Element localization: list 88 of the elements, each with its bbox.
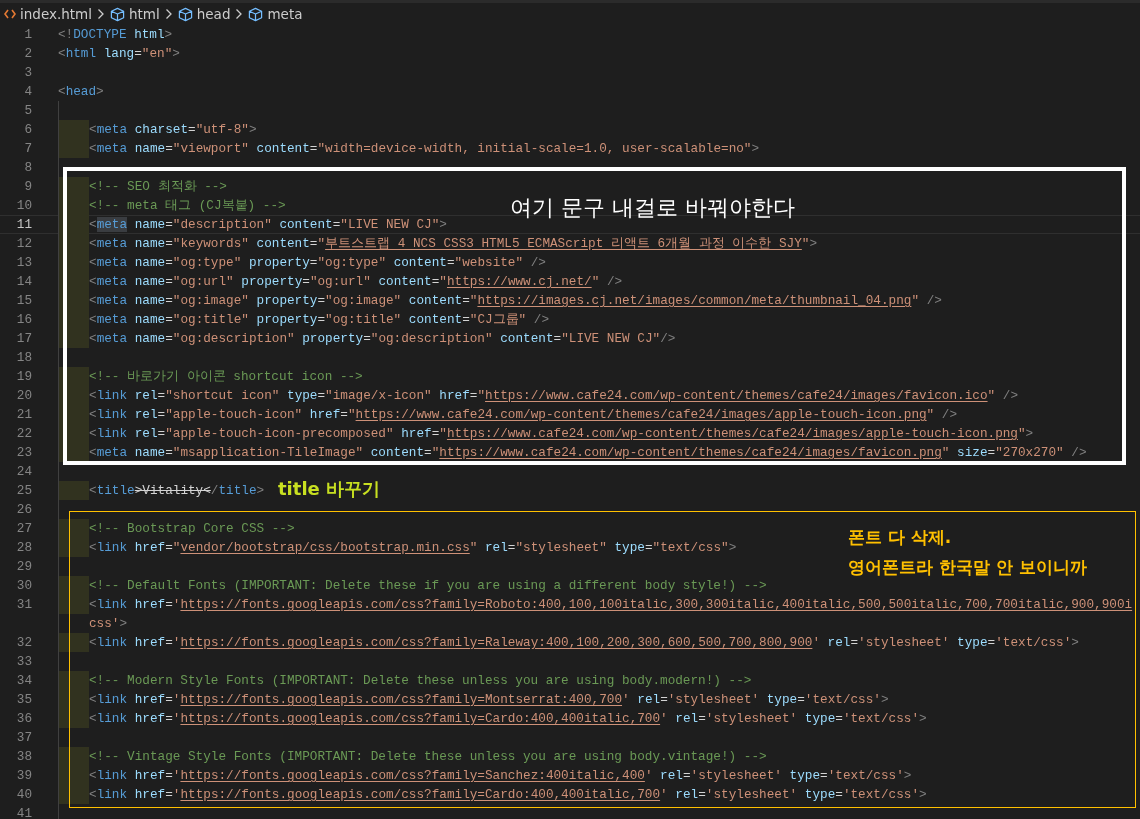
chevron-icon — [97, 8, 105, 20]
code-line: <link href='https://fonts.googleapis.com/css?family=Montserrat:400,700' rel='stylesheet' type='text/css'> — [89, 692, 889, 707]
breadcrumb-item[interactable]: meta — [267, 6, 303, 22]
line-number: 36 — [15, 711, 32, 726]
line-number: 18 — [15, 350, 32, 365]
line-number: 29 — [15, 559, 32, 574]
line-number: 10 — [15, 198, 32, 213]
code-line: <title>Vitality</title> — [89, 483, 265, 498]
line-number: 32 — [15, 635, 32, 650]
code-line: <!-- Vintage Style Fonts (IMPORTANT: Delete these unless you are using body.vintage!) --> — [89, 749, 767, 764]
code-line: <meta name="og:url" property="og:url" content="https://www.cj.net/" /> — [89, 274, 623, 289]
line-number: 11 — [15, 217, 32, 232]
line-number: 38 — [15, 749, 32, 764]
code-line: <meta name="viewport" content="width=device-width, initial-scale=1.0, user-scalable=no"> — [89, 141, 760, 156]
code-line: css'> — [89, 616, 128, 631]
line-number: 34 — [15, 673, 32, 688]
code-line: <meta name="description" content="LIVE NEW CJ"> — [89, 217, 447, 232]
code-line: <meta name="og:description" property="og:description" content="LIVE NEW CJ"/> — [89, 331, 676, 346]
breadcrumb-item[interactable]: head — [196, 6, 231, 22]
code-line: <meta name="msapplication-TileImage" content="https://www.cafe24.com/wp-content/themes/cafe24/images/favicon.png" size="270x270" /> — [89, 445, 1087, 460]
code-line: <link href="vendor/bootstrap/css/bootstrap.min.css" rel="stylesheet" type="text/css"> — [89, 540, 737, 555]
code-line: <link href='https://fonts.googleapis.com/css?family=Sanchez:400italic,400' rel='stylesheet' type='text/css'> — [89, 768, 912, 783]
code-line: <meta name="og:image" property="og:image" content="https://images.cj.net/images/common/meta/thumbnail_04.png" /> — [89, 293, 942, 308]
line-number: 12 — [15, 236, 32, 251]
line-number: 16 — [15, 312, 32, 327]
code-line: <meta charset="utf-8"> — [89, 122, 257, 137]
code-line: <meta name="keywords" content="부트스트랩 4 NCS CSS3 HTML5 ECMAScript 리액트 6개월 과정 이수한 SJY"> — [89, 235, 818, 252]
code-line: <meta name="og:type" property="og:type" content="website" /> — [89, 255, 546, 270]
code-line: <!-- Modern Style Fonts (IMPORTANT: Delete these unless you are using body.modern!) --> — [89, 673, 752, 688]
chevron-icon — [235, 8, 244, 20]
line-number: 25 — [15, 483, 32, 498]
line-number: 31 — [15, 597, 32, 612]
annotation-text: title 바꾸기 — [278, 477, 381, 501]
code-line: <!DOCTYPE html> — [58, 27, 173, 42]
code-file-icon — [4, 9, 16, 19]
line-number: 27 — [15, 521, 32, 536]
code-line: <link rel="apple-touch-icon" href="https://www.cafe24.com/wp-content/themes/cafe24/images/apple-touch-icon.png" /> — [89, 407, 958, 422]
line-number: 1 — [23, 27, 32, 42]
cube-icon — [110, 6, 125, 22]
cube-icon — [248, 6, 264, 22]
line-number: 5 — [23, 103, 32, 118]
annotation-text: 영어폰트라 한국말 안 보이니까 — [848, 556, 1087, 579]
code-line: <!-- meta 태그 (CJ복붙) --> — [89, 197, 286, 214]
cube-icon — [177, 6, 193, 22]
line-number: 41 — [15, 806, 32, 819]
chevron-icon — [164, 8, 173, 20]
line-number: 39 — [15, 768, 32, 783]
code-line: <link rel="apple-touch-icon-precomposed" href="https://www.cafe24.com/wp-content/themes/cafe24/images/apple-touch-icon.png"> — [89, 426, 1034, 441]
code-line: <!-- 바로가기 아이콘 shortcut icon --> — [89, 368, 363, 385]
line-number: 28 — [15, 540, 32, 555]
line-number: 37 — [15, 730, 32, 745]
line-number: 13 — [15, 255, 32, 270]
code-line: <!-- Default Fonts (IMPORTANT: Delete these if you are using a different body style!) --> — [89, 578, 767, 593]
line-number: 26 — [15, 502, 32, 517]
line-number: 21 — [15, 407, 32, 422]
line-number: 33 — [15, 654, 32, 669]
annotation-text: 여기 문구 내걸로 바꿔야한다 — [510, 194, 795, 222]
line-number: 22 — [15, 426, 32, 441]
line-number: 2 — [23, 46, 32, 61]
line-number: 23 — [15, 445, 32, 460]
line-number: 14 — [15, 274, 32, 289]
line-number: 3 — [23, 65, 32, 80]
code-line: <html lang="en"> — [58, 46, 180, 61]
line-number: 9 — [23, 179, 32, 194]
code-line: <!-- Bootstrap Core CSS --> — [89, 521, 295, 536]
line-number: 4 — [23, 84, 32, 99]
line-number: 40 — [15, 787, 32, 802]
line-number: 35 — [15, 692, 32, 707]
code-line: <link href='https://fonts.googleapis.com/css?family=Raleway:400,100,200,300,600,500,700,800,900' rel='stylesheet' type='text/css'> — [89, 635, 1079, 650]
line-number: 17 — [15, 331, 32, 346]
line-number: 20 — [15, 388, 32, 403]
breadcrumb-item[interactable]: html — [129, 6, 160, 22]
breadcrumb-item[interactable]: index.html — [20, 6, 92, 22]
line-number: 7 — [23, 141, 32, 156]
line-number: 30 — [15, 578, 32, 593]
line-number: 8 — [23, 160, 32, 175]
line-number: 24 — [15, 464, 32, 479]
line-number: 19 — [15, 369, 32, 384]
code-line: <head> — [58, 84, 104, 99]
line-number: 6 — [23, 122, 32, 137]
code-line: <link href='https://fonts.googleapis.com/css?family=Cardo:400,400italic,700' rel='stylesheet' type='text/css'> — [89, 787, 927, 802]
code-line: <link href='https://fonts.googleapis.com/css?family=Cardo:400,400italic,700' rel='stylesheet' type='text/css'> — [89, 711, 927, 726]
code-line: <link rel="shortcut icon" type="image/x-icon" href="https://www.cafe24.com/wp-content/themes/cafe24/images/favicon.ico" /> — [89, 388, 1018, 403]
line-number: 15 — [15, 293, 32, 308]
code-line: <!-- SEO 최적화 --> — [89, 178, 227, 195]
code-line: <link href='https://fonts.googleapis.com/css?family=Roboto:400,100,100italic,300,300italic,400italic,500,500italic,700,700italic,900,900i — [89, 597, 1133, 612]
code-line: <meta name="og:title" property="og:title" content="CJ그룹" /> — [89, 311, 550, 328]
annotation-text: 폰트 다 삭제. — [848, 526, 953, 549]
